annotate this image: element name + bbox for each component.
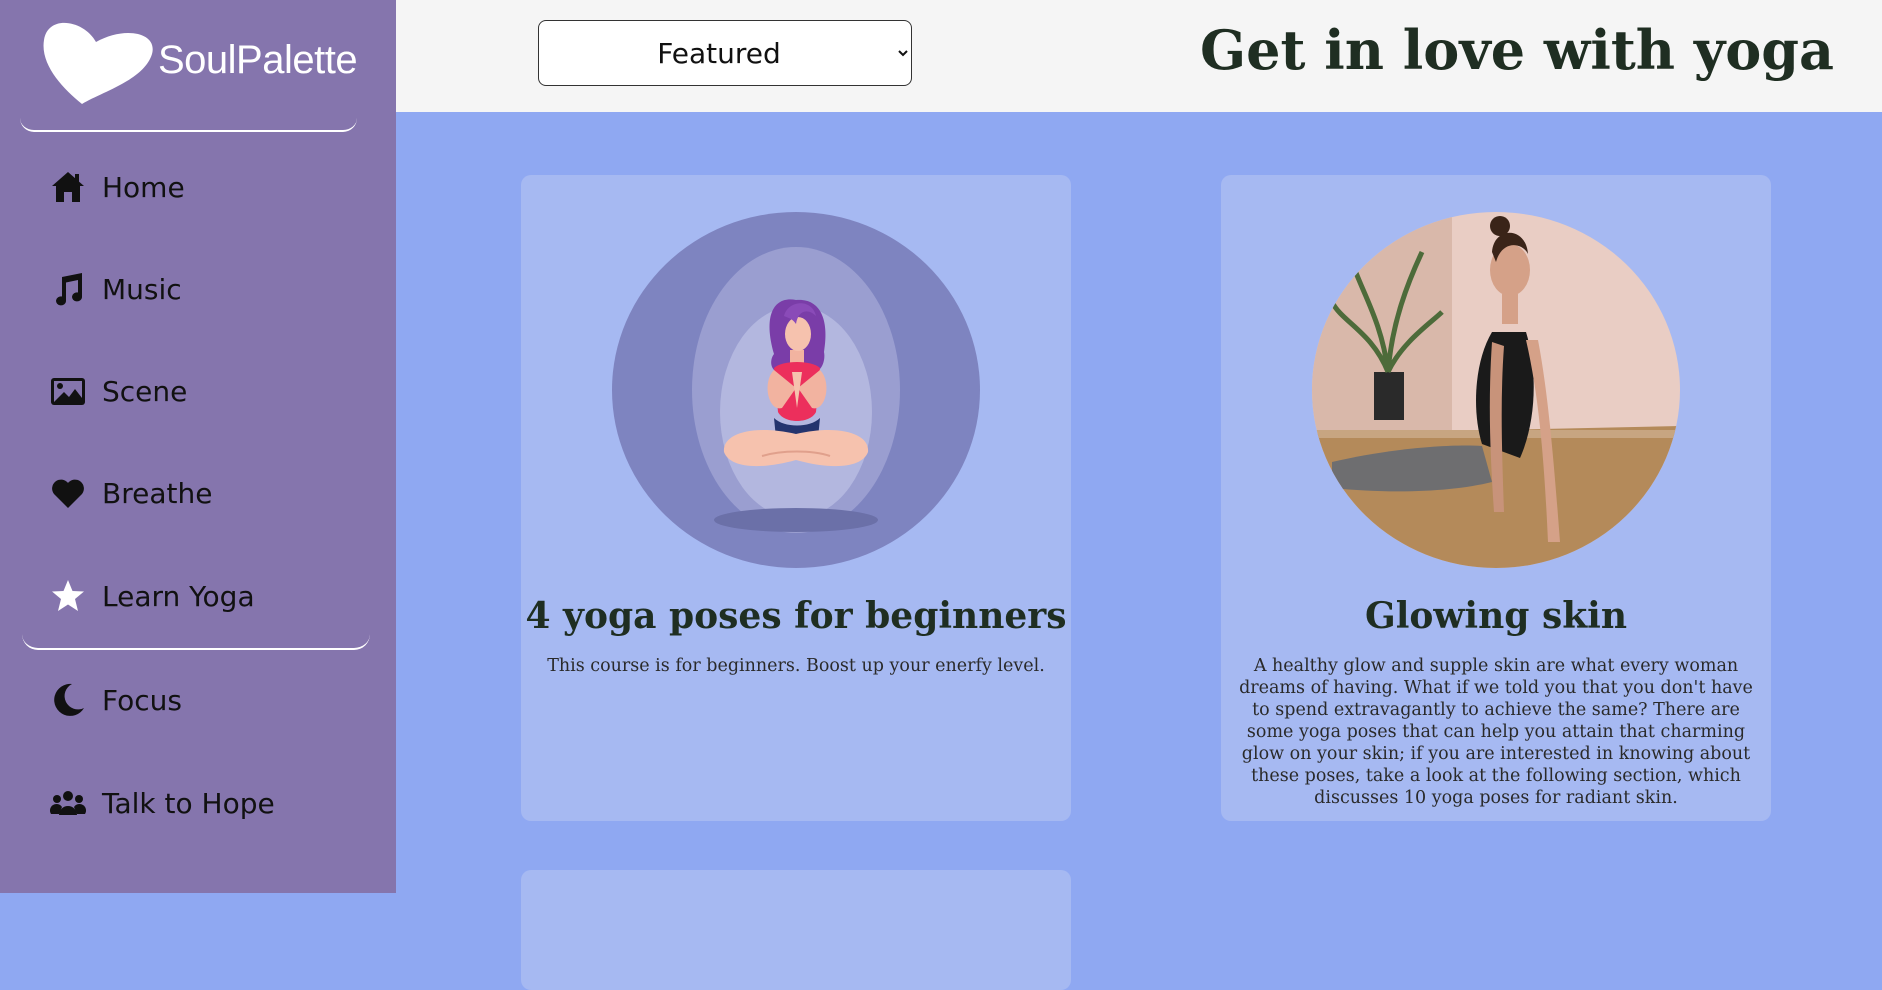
people-icon [48, 783, 88, 823]
card-description: This course is for beginners. Boost up y… [547, 656, 1045, 676]
cobra-pose-photo [1312, 212, 1680, 568]
course-card[interactable]: Glowing skin A healthy glow and supple s… [1221, 175, 1771, 821]
meditation-illustration [612, 212, 980, 568]
sidebar-item-label: Talk to Hope [102, 786, 275, 820]
card-title: Glowing skin [1364, 595, 1628, 637]
music-note-icon [48, 269, 88, 309]
card-description: A healthy glow and supple skin are what … [1239, 656, 1753, 808]
active-item-underline [22, 622, 370, 650]
heart-logo-icon [43, 22, 153, 104]
sidebar-item-label: Focus [102, 683, 182, 717]
sidebar-item-talk-to-hope[interactable]: Talk to Hope [48, 778, 275, 828]
header: Featured Get in love with yoga [396, 0, 1882, 112]
sidebar-item-label: Music [102, 272, 182, 306]
heart-icon [48, 473, 88, 513]
image-icon [48, 371, 88, 411]
card-title: 4 yoga poses for beginners [525, 595, 1067, 637]
sidebar-item-focus[interactable]: Focus [48, 675, 182, 725]
logo-divider [20, 118, 357, 132]
home-icon [48, 167, 88, 207]
sidebar-item-scene[interactable]: Scene [48, 366, 187, 416]
star-icon [48, 576, 88, 616]
course-card[interactable] [521, 870, 1071, 990]
sidebar-item-label: Breathe [102, 476, 213, 510]
brand-logo[interactable]: SoulPalette [40, 14, 360, 114]
sidebar-item-breathe[interactable]: Breathe [48, 468, 212, 518]
course-card[interactable]: 4 yoga poses for beginners This course i… [521, 175, 1071, 821]
sidebar-item-label: Home [102, 170, 185, 204]
brand-name: SoulPalette [158, 38, 358, 82]
sidebar: SoulPalette Home Music Scene Breathe Lea… [0, 0, 396, 893]
sidebar-item-label: Scene [102, 374, 188, 408]
sort-select[interactable]: Featured [538, 20, 912, 86]
sidebar-item-music[interactable]: Music [48, 264, 182, 314]
sidebar-item-home[interactable]: Home [48, 162, 185, 212]
moon-icon [48, 680, 88, 720]
sidebar-item-learn-yoga[interactable]: Learn Yoga [48, 571, 255, 621]
sidebar-item-label: Learn Yoga [102, 579, 255, 613]
page-title: Get in love with yoga [1200, 18, 1834, 82]
